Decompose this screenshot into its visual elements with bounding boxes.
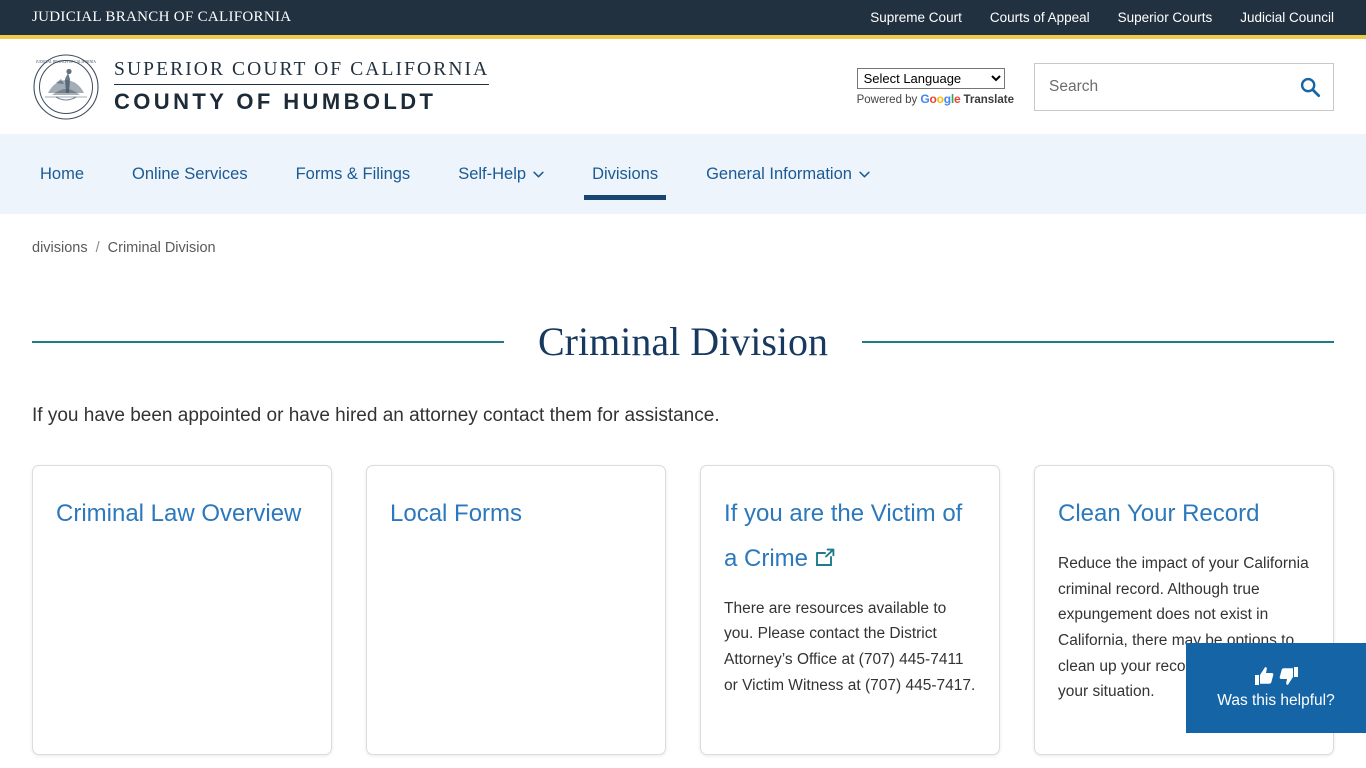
card-title-wrap: Criminal Law Overview bbox=[56, 492, 308, 537]
masthead-utilities: Select Language Powered by Google Transl… bbox=[856, 39, 1334, 134]
top-utility-bar: JUDICIAL BRANCH OF CALIFORNIA Supreme Co… bbox=[0, 0, 1366, 35]
svg-text:JUDICIAL BRANCH OF CALIFORNIA: JUDICIAL BRANCH OF CALIFORNIA bbox=[36, 60, 96, 64]
nav-item-home-label: Home bbox=[40, 164, 85, 183]
nav-item-divisions[interactable]: Divisions bbox=[568, 134, 682, 214]
nav-item-online-services[interactable]: Online Services bbox=[108, 134, 272, 214]
card-title-link[interactable]: Clean Your Record bbox=[1058, 500, 1259, 527]
powered-by-google-translate: Powered by Google Translate bbox=[857, 92, 1014, 106]
was-this-helpful-widget[interactable]: Was this helpful? bbox=[1186, 643, 1366, 733]
page-title: Criminal Division bbox=[538, 319, 828, 364]
top-link-supreme-court[interactable]: Supreme Court bbox=[870, 10, 962, 25]
nav-item-self-help[interactable]: Self-Help bbox=[434, 134, 568, 214]
masthead: JUDICIAL BRANCH OF CALIFORNIA SUPERIOR C… bbox=[0, 39, 1366, 134]
wordmark-county: COUNTY OF HUMBOLDT bbox=[114, 88, 437, 114]
card-title-wrap: Local Forms bbox=[390, 492, 642, 537]
nav-item-online-services-label: Online Services bbox=[132, 164, 248, 183]
card-title-wrap: If you are the Victim of a Crime bbox=[724, 492, 976, 582]
search-input[interactable] bbox=[1049, 77, 1299, 96]
card-body: There are resources available to you. Pl… bbox=[724, 599, 976, 694]
card-grid: Criminal Law Overview Local Forms If you… bbox=[0, 427, 1366, 755]
google-translate-widget: Select Language Powered by Google Transl… bbox=[856, 67, 1014, 106]
wordmark-superior-court: SUPERIOR COURT OF CALIFORNIA bbox=[114, 59, 490, 85]
card-title-link[interactable]: Criminal Law Overview bbox=[56, 500, 301, 527]
translate-word: Translate bbox=[963, 93, 1015, 106]
main-navigation: Home Online Services Forms & Filings Sel… bbox=[0, 134, 1366, 214]
top-link-judicial-council[interactable]: Judicial Council bbox=[1240, 10, 1334, 25]
breadcrumb-separator: / bbox=[95, 240, 100, 256]
nav-item-home[interactable]: Home bbox=[32, 134, 108, 214]
nav-item-forms-and-filings[interactable]: Forms & Filings bbox=[272, 134, 435, 214]
top-link-courts-of-appeal[interactable]: Courts of Appeal bbox=[990, 10, 1090, 25]
google-logo: Google bbox=[920, 91, 961, 106]
thumbs-up-icon[interactable] bbox=[1253, 666, 1275, 686]
card-local-forms[interactable]: Local Forms bbox=[366, 465, 666, 755]
title-rule-left bbox=[32, 340, 504, 343]
nav-item-general-information[interactable]: General Information bbox=[682, 134, 894, 214]
nav-item-general-information-label: General Information bbox=[706, 164, 852, 183]
judicial-branch-brand: JUDICIAL BRANCH OF CALIFORNIA bbox=[32, 9, 292, 25]
page-root: JUDICIAL BRANCH OF CALIFORNIA Supreme Co… bbox=[0, 0, 1366, 768]
nav-item-divisions-label: Divisions bbox=[592, 164, 659, 183]
card-criminal-law-overview[interactable]: Criminal Law Overview bbox=[32, 465, 332, 755]
feedback-icons bbox=[1253, 666, 1300, 686]
thumbs-down-icon[interactable] bbox=[1278, 666, 1300, 686]
top-utility-links: Supreme Court Courts of Appeal Superior … bbox=[870, 10, 1334, 25]
search-box[interactable] bbox=[1034, 62, 1334, 111]
card-title-wrap: Clean Your Record bbox=[1058, 492, 1310, 537]
breadcrumb-item-current: Criminal Division bbox=[107, 240, 216, 256]
card-title-link[interactable]: If you are the Victim of a Crime bbox=[724, 500, 962, 572]
language-select[interactable]: Select Language bbox=[856, 67, 1005, 89]
external-link-icon bbox=[816, 548, 835, 566]
card-victim-of-a-crime[interactable]: If you are the Victim of a Crime There a… bbox=[700, 465, 1000, 755]
card-title-link[interactable]: Local Forms bbox=[390, 500, 522, 527]
page-title-row: Criminal Division bbox=[0, 256, 1366, 365]
breadcrumb-item-divisions[interactable]: divisions bbox=[32, 240, 88, 256]
top-link-superior-courts[interactable]: Superior Courts bbox=[1118, 10, 1213, 25]
nav-item-forms-and-filings-label: Forms & Filings bbox=[295, 164, 411, 183]
court-seal-icon: JUDICIAL BRANCH OF CALIFORNIA bbox=[33, 53, 99, 120]
breadcrumb: divisions / Criminal Division bbox=[0, 214, 1366, 256]
search-icon[interactable] bbox=[1299, 76, 1321, 98]
powered-by-text: Powered by bbox=[856, 93, 918, 106]
feedback-label: Was this helpful? bbox=[1217, 692, 1335, 709]
site-wordmark: SUPERIOR COURT OF CALIFORNIA COUNTY OF H… bbox=[114, 59, 490, 115]
nav-item-self-help-label: Self-Help bbox=[458, 164, 527, 183]
title-rule-right bbox=[862, 340, 1334, 343]
chevron-down-icon bbox=[859, 171, 870, 177]
site-logo[interactable]: JUDICIAL BRANCH OF CALIFORNIA SUPERIOR C… bbox=[32, 53, 490, 121]
intro-paragraph: If you have been appointed or have hired… bbox=[32, 405, 720, 426]
chevron-down-icon bbox=[533, 171, 544, 177]
